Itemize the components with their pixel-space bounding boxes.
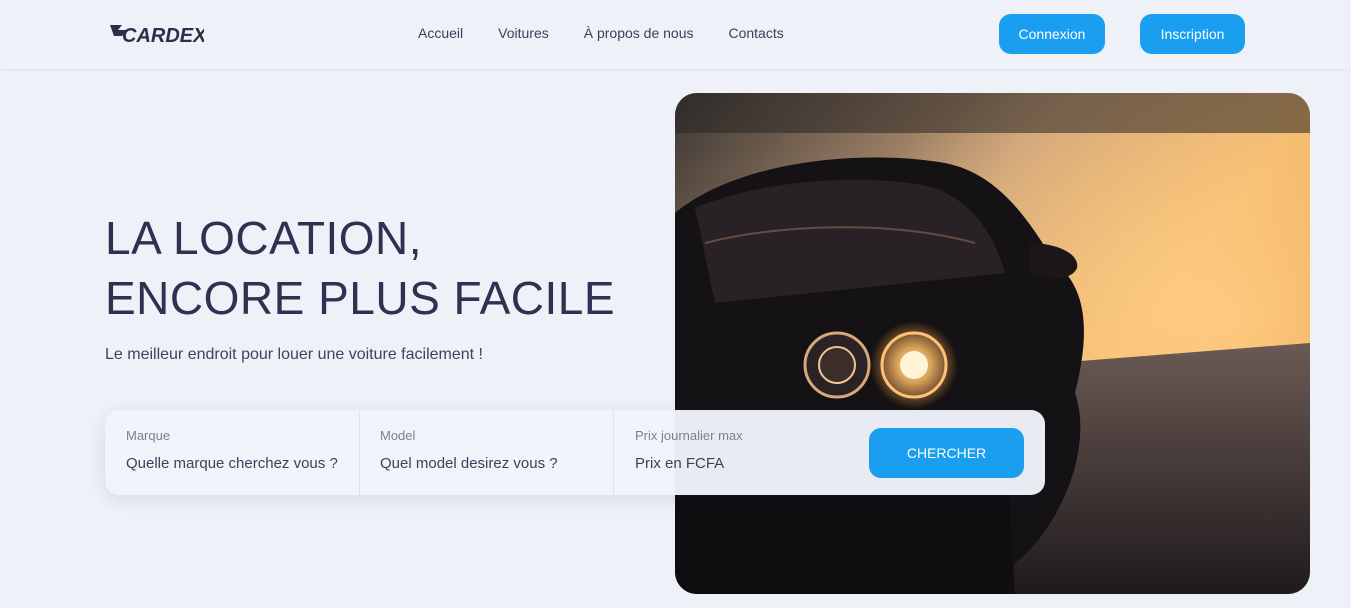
hero-title-line2: ENCORE PLUS FACILE <box>105 272 616 324</box>
login-button[interactable]: Connexion <box>999 14 1105 54</box>
price-field-label: Prix journalier max <box>635 428 743 443</box>
price-field: Prix journalier max <box>614 410 864 495</box>
hero-car-image <box>675 93 1310 594</box>
signup-button[interactable]: Inscription <box>1140 14 1245 54</box>
car-search-bar: Marque Model Prix journalier max CHERCHE… <box>105 410 1045 495</box>
brand-field: Marque <box>105 410 360 495</box>
cardex-logo[interactable]: CARDEX <box>108 20 208 48</box>
logo-mark: CARDEX <box>110 25 208 47</box>
hero-subtitle: Le meilleur endroit pour louer une voitu… <box>105 346 483 363</box>
main-nav: Accueil Voitures À propos de nous Contac… <box>418 25 784 41</box>
brand-field-label: Marque <box>126 428 171 443</box>
price-input[interactable] <box>635 455 844 472</box>
model-field-label: Model <box>380 428 416 443</box>
nav-link-contacts[interactable]: Contacts <box>728 25 783 41</box>
nav-link-voitures[interactable]: Voitures <box>498 25 549 41</box>
nav-link-accueil[interactable]: Accueil <box>418 25 463 41</box>
nav-link-a-propos[interactable]: À propos de nous <box>584 25 694 41</box>
model-field: Model <box>360 410 614 495</box>
top-navbar: CARDEX Accueil Voitures À propos de nous… <box>0 0 1351 69</box>
hero-title-line1: LA LOCATION, <box>105 212 423 264</box>
brand-input[interactable] <box>126 455 339 472</box>
search-button[interactable]: CHERCHER <box>869 428 1024 478</box>
logo-text: CARDEX <box>122 25 204 47</box>
hero-title: LA LOCATION, ENCORE PLUS FACILE <box>105 208 615 328</box>
model-input[interactable] <box>380 455 593 472</box>
